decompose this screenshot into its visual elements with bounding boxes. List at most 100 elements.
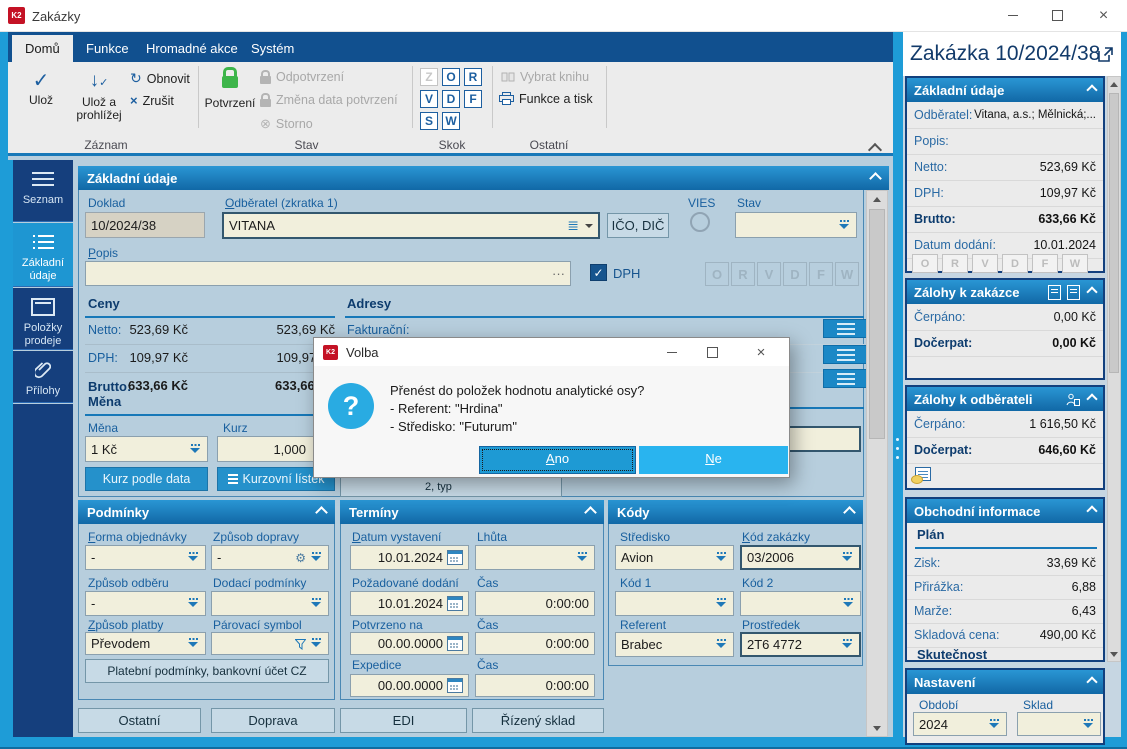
minimize-button[interactable] (990, 0, 1035, 31)
stav-dropdown[interactable] (735, 212, 857, 238)
chevron-down-icon[interactable] (585, 223, 593, 228)
close-button[interactable]: × (1080, 0, 1127, 31)
platebni-podminky-button[interactable]: Platební podmínky, bankovní účet CZ (85, 659, 329, 683)
calendar-icon[interactable] (447, 678, 463, 693)
partial-button[interactable]: 2, typ (340, 476, 562, 497)
jump-r-button[interactable]: R (464, 68, 482, 86)
right-panel-scrollbar[interactable] (1107, 76, 1121, 662)
tab-funkce[interactable]: Funkce (73, 35, 142, 62)
dialog-maximize-button[interactable] (692, 338, 732, 366)
gear-icon[interactable]: ⚙ (295, 551, 306, 565)
kurz-podle-data-button[interactable]: Kurz podle data (85, 467, 208, 491)
jump-o-button[interactable]: O (442, 68, 460, 86)
chevron-up-icon[interactable] (584, 505, 597, 519)
ribbon-collapse-button[interactable] (867, 142, 883, 160)
calendar-icon[interactable] (447, 550, 463, 565)
odberatel-combo[interactable]: VITANA ≣ (222, 212, 600, 239)
potvrzeno-na-field[interactable]: 00.00.0000 (350, 632, 469, 655)
scroll-down-button[interactable] (1108, 647, 1120, 661)
maximize-button[interactable] (1035, 0, 1080, 31)
address-menu-button[interactable] (823, 319, 868, 338)
jump-s-button[interactable]: S (420, 112, 438, 130)
ne-button[interactable]: Ne (639, 446, 788, 474)
chevron-up-icon[interactable] (1086, 393, 1098, 405)
chevron-up-icon[interactable] (315, 505, 328, 519)
address-menu-button[interactable] (823, 345, 868, 364)
cas2-field[interactable]: 0:00:00 (475, 632, 595, 655)
cancel-button[interactable]: × Zrušit (130, 93, 174, 108)
doprava-button[interactable]: Doprava (211, 708, 335, 733)
datum-vystaveni-field[interactable]: 10.01.2024 (350, 545, 469, 570)
open-external-icon[interactable] (1097, 46, 1114, 68)
chevron-up-icon[interactable] (1086, 84, 1098, 96)
jump-f-button[interactable]: F (464, 90, 482, 108)
expedice-field[interactable]: 00.00.0000 (350, 674, 469, 697)
person-document-icon[interactable] (1066, 393, 1080, 406)
sklad-dropdown[interactable] (1017, 712, 1101, 736)
document-icon[interactable] (1048, 284, 1061, 300)
jump-w-button[interactable]: W (442, 112, 460, 130)
pozadovane-dodani-field[interactable]: 10.01.2024 (350, 591, 469, 616)
address-menu-button[interactable] (823, 369, 868, 388)
forma-objednavky-dropdown[interactable]: - (85, 545, 206, 570)
referent-dropdown[interactable]: Brabec (615, 632, 734, 657)
popis-field[interactable]: ··· (85, 261, 571, 286)
prostredek-dropdown[interactable]: 2T6 4772 (740, 632, 861, 657)
scrollbar-thumb[interactable] (1109, 93, 1119, 373)
ico-dic-button[interactable]: IČO, DIČ (607, 213, 669, 238)
scroll-up-button[interactable] (1108, 77, 1120, 91)
stredisko-dropdown[interactable]: Avion (615, 545, 734, 570)
rizeny-sklad-button[interactable]: Řízený sklad (472, 708, 604, 733)
edi-button[interactable]: EDI (340, 708, 467, 733)
scrollbar-thumb[interactable] (869, 209, 885, 439)
ellipsis-button[interactable]: ··· (552, 266, 565, 281)
kod-zakazky-dropdown[interactable]: 03/2006 (740, 545, 861, 570)
tab-domu[interactable]: Domů (12, 35, 73, 62)
ostatni-button[interactable]: Ostatní (78, 708, 201, 733)
scroll-up-button[interactable] (867, 191, 887, 207)
confirm-button[interactable]: Potvrzení (204, 66, 256, 110)
chart-icon (227, 478, 238, 480)
chevron-up-icon[interactable] (843, 505, 856, 519)
jump-d-button[interactable]: D (442, 90, 460, 108)
kod1-dropdown[interactable] (615, 591, 734, 616)
kod2-dropdown[interactable] (740, 591, 861, 616)
panel-splitter[interactable] (893, 32, 903, 737)
mena-dropdown[interactable]: 1 Kč (85, 436, 208, 462)
jump-v-button[interactable]: V (420, 90, 438, 108)
cas1-field[interactable]: 0:00:00 (475, 591, 595, 616)
lhuta-dropdown[interactable] (475, 545, 595, 570)
cas3-field[interactable]: 0:00:00 (475, 674, 595, 697)
obdobi-dropdown[interactable]: 2024 (913, 712, 1007, 736)
refresh-button[interactable]: ↻ Obnovit (130, 70, 190, 87)
zpusob-odberu-dropdown[interactable]: - (85, 591, 206, 616)
sidebar-item-polozky-prodeje[interactable]: Položky prodeje (13, 288, 73, 350)
zpusob-dopravy-dropdown[interactable]: - ⚙ (211, 545, 329, 570)
chevron-up-icon[interactable] (1086, 676, 1098, 688)
invoice-coin-icon[interactable] (911, 467, 931, 484)
sidebar-item-prilohy[interactable]: Přílohy (13, 351, 73, 403)
chevron-up-icon[interactable] (869, 171, 882, 185)
functions-print-button[interactable]: Funkce a tisk (499, 92, 593, 106)
dodaci-podminky-dropdown[interactable] (211, 591, 329, 616)
save-button[interactable]: ✓ Ulož (18, 68, 64, 107)
scroll-down-button[interactable] (867, 720, 887, 736)
calendar-icon[interactable] (447, 636, 463, 651)
chevron-up-icon[interactable] (1086, 505, 1098, 517)
tab-hromadne-akce[interactable]: Hromadné akce (133, 35, 251, 62)
dialog-close-button[interactable]: × (732, 338, 790, 366)
calendar-icon[interactable] (447, 596, 463, 611)
sidebar-item-zakladni-udaje[interactable]: Základní údaje (13, 223, 73, 287)
zpusob-platby-dropdown[interactable]: Převodem (85, 632, 206, 655)
filter-icon[interactable] (295, 638, 306, 650)
sidebar-item-seznam[interactable]: Seznam (13, 160, 73, 222)
dialog-minimize-button[interactable] (652, 338, 692, 366)
tab-system[interactable]: Systém (238, 35, 307, 62)
dph-checkbox[interactable]: ✓ (590, 264, 607, 281)
parovaci-symbol-dropdown[interactable] (211, 632, 329, 655)
documents-icon[interactable] (1067, 284, 1080, 300)
main-scrollbar[interactable] (866, 190, 888, 737)
ano-button[interactable]: Ano (479, 446, 636, 474)
save-and-view-button[interactable]: ↓✓ Ulož a prohlížej (68, 68, 130, 122)
chevron-up-icon[interactable] (1086, 286, 1098, 298)
